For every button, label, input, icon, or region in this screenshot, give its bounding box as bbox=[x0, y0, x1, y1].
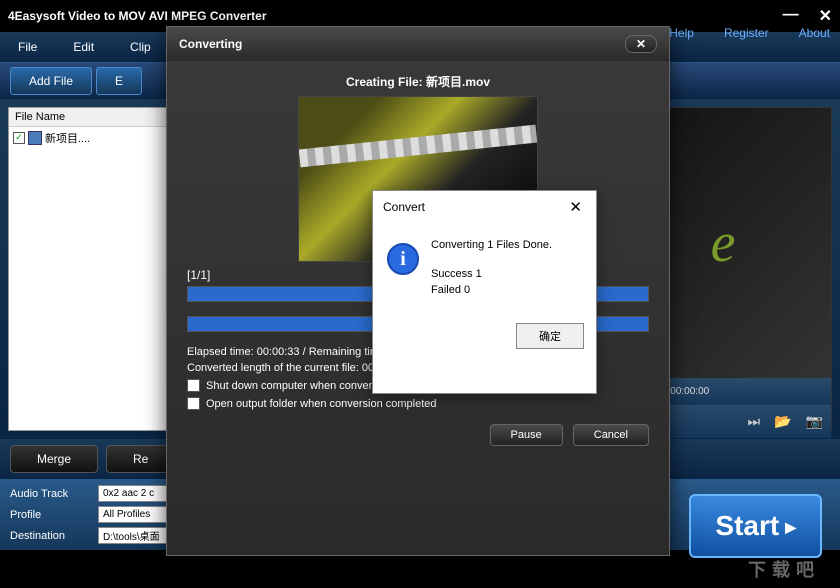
converting-title: Converting bbox=[179, 37, 242, 51]
menu-clip[interactable]: Clip bbox=[112, 38, 169, 56]
pause-button[interactable]: Pause bbox=[490, 424, 563, 446]
msgbox-line2: Success 1 bbox=[431, 266, 552, 283]
close-icon[interactable]: ✕ bbox=[819, 6, 832, 26]
creating-file-label: Creating File: 新项目.mov bbox=[187, 73, 649, 90]
profile-label: Profile bbox=[10, 509, 90, 521]
open-folder-checkbox[interactable] bbox=[187, 397, 200, 410]
menu-about[interactable]: About bbox=[799, 26, 830, 40]
minimize-icon[interactable]: — bbox=[783, 6, 799, 26]
convert-messagebox: Convert ✕ i Converting 1 Files Done. Suc… bbox=[372, 190, 597, 394]
video-file-icon bbox=[28, 131, 42, 145]
msgbox-text: Converting 1 Files Done. Success 1 Faile… bbox=[431, 237, 552, 299]
msgbox-line3: Failed 0 bbox=[431, 282, 552, 299]
menu-edit[interactable]: Edit bbox=[55, 38, 112, 56]
msgbox-line1: Converting 1 Files Done. bbox=[431, 237, 552, 254]
menu-register[interactable]: Register bbox=[724, 26, 769, 40]
menu-help[interactable]: Help bbox=[669, 26, 694, 40]
edit-button[interactable]: E bbox=[96, 67, 142, 95]
menu-file[interactable]: File bbox=[0, 38, 55, 56]
watermark: 下载吧 bbox=[748, 556, 820, 582]
open-folder-label: Open output folder when conversion compl… bbox=[206, 398, 437, 410]
snapshot-icon[interactable]: 📷 bbox=[806, 413, 823, 430]
next-icon[interactable]: ⏭ bbox=[748, 413, 761, 430]
msgbox-title-text: Convert bbox=[383, 200, 425, 214]
add-file-button[interactable]: Add File bbox=[10, 67, 92, 95]
open-folder-icon[interactable]: 📂 bbox=[774, 413, 791, 430]
ok-button[interactable]: 确定 bbox=[516, 323, 584, 349]
shutdown-checkbox[interactable] bbox=[187, 379, 200, 392]
dialog-close-icon[interactable]: ✕ bbox=[625, 35, 657, 53]
msgbox-close-icon[interactable]: ✕ bbox=[565, 198, 586, 216]
info-icon: i bbox=[387, 243, 419, 275]
merge-button[interactable]: Merge bbox=[10, 445, 98, 473]
audio-track-label: Audio Track bbox=[10, 488, 90, 500]
app-title: 4Easysoft Video to MOV AVI MPEG Converte… bbox=[8, 9, 267, 23]
destination-label: Destination bbox=[10, 530, 90, 542]
cancel-button[interactable]: Cancel bbox=[573, 424, 649, 446]
start-button[interactable]: Start bbox=[689, 494, 822, 558]
rename-button[interactable]: Re bbox=[106, 445, 175, 473]
preview-logo-icon: e bbox=[711, 211, 736, 275]
file-checkbox[interactable]: ✓ bbox=[13, 132, 25, 144]
